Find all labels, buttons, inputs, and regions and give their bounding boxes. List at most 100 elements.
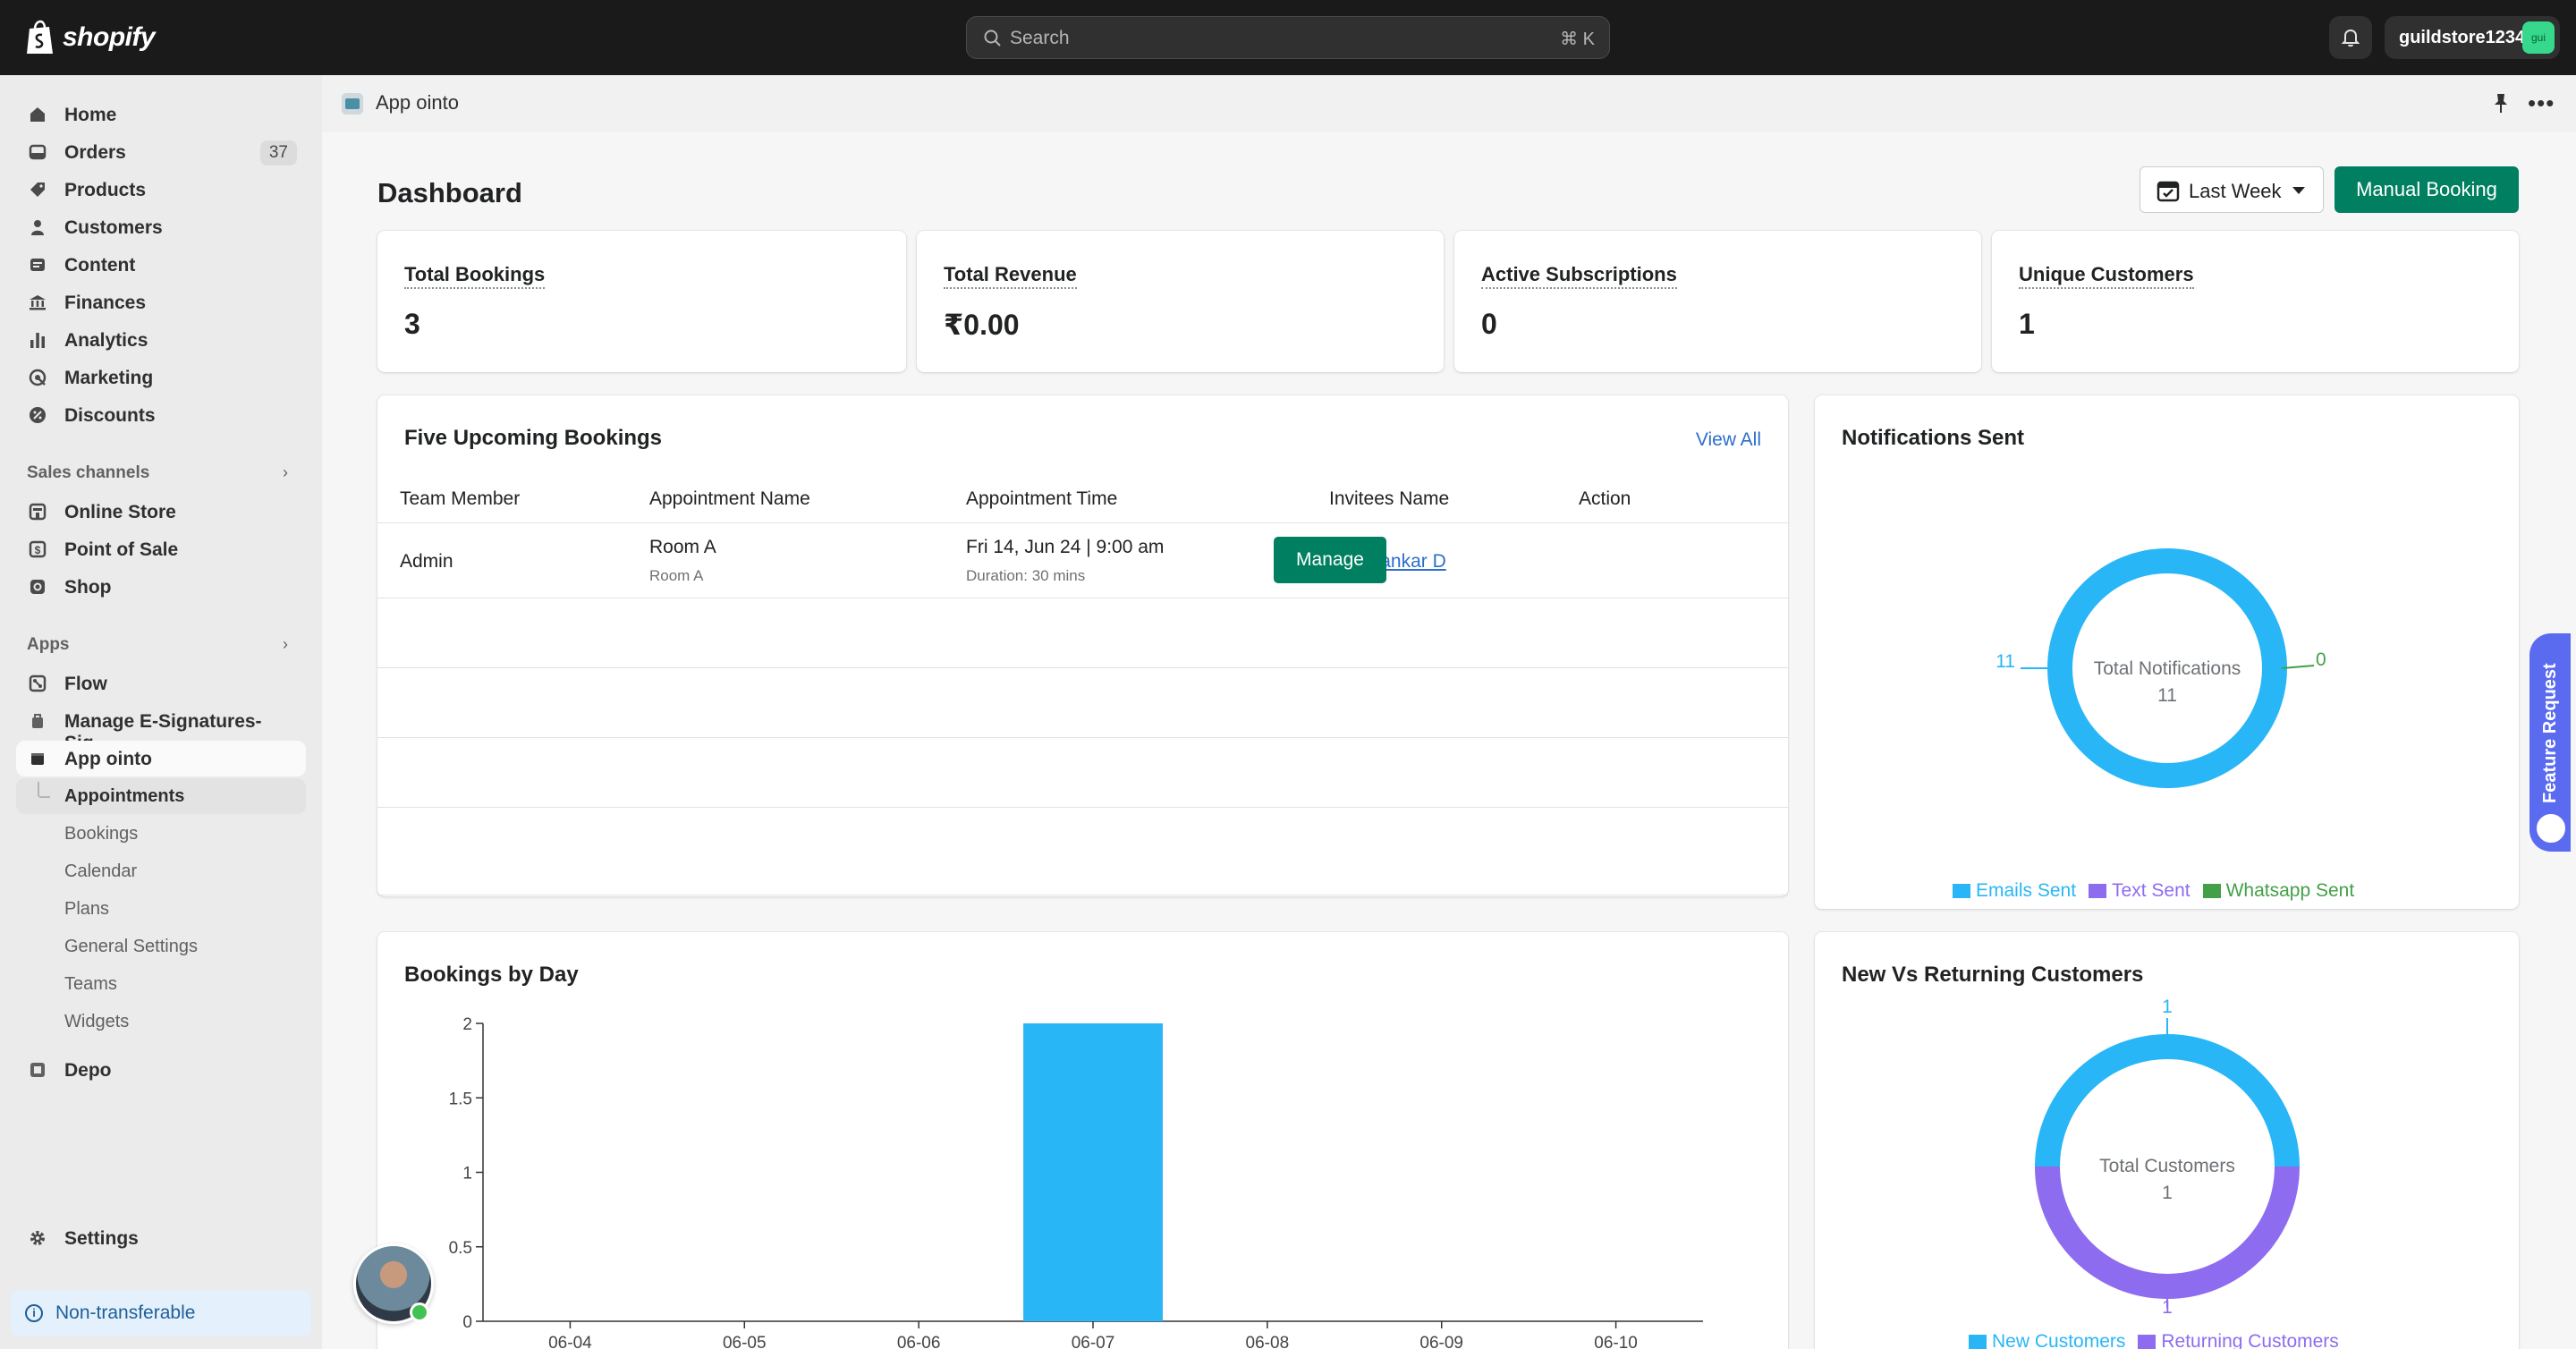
info-icon: i (25, 1304, 43, 1322)
sidebar-subitem-label: Widgets (64, 1012, 130, 1031)
stat-label[interactable]: Active Subscriptions (1481, 263, 1677, 289)
sidebar-item-label: Orders (64, 142, 126, 163)
legend-item-new[interactable]: New Customers (1969, 1331, 2125, 1349)
gear-icon (30, 1231, 45, 1245)
non-transferable-banner[interactable]: i Non-transferable (11, 1290, 311, 1336)
sidebar-item-products[interactable]: Products (16, 172, 306, 208)
sidebar-item-online-store[interactable]: Online Store (16, 494, 306, 530)
chevron-right-icon[interactable]: › (283, 635, 288, 654)
stat-card-unique-customers: Unique Customers 1 (1992, 231, 2519, 372)
cell-appointment-time: Fri 14, Jun 24 | 9:00 am (966, 537, 1165, 557)
manual-booking-button[interactable]: Manual Booking (2334, 166, 2519, 213)
stat-value: ₹0.00 (944, 309, 1020, 341)
stat-label[interactable]: Total Bookings (404, 263, 546, 289)
legend-item-whatsapp[interactable]: Whatsapp Sent (2202, 880, 2354, 902)
tag-icon (30, 182, 45, 197)
sidebar-subitem-label: Calendar (64, 861, 138, 881)
sidebar-item-label: Depo (64, 1060, 112, 1081)
sidebar-item-depo[interactable]: Depo (16, 1052, 306, 1088)
legend-swatch (1969, 1335, 1987, 1349)
table-divider (377, 807, 1788, 808)
sidebar-item-finances[interactable]: Finances (16, 284, 306, 320)
chevron-right-icon[interactable]: › (283, 463, 288, 482)
y-tick-label: 1.5 (449, 1090, 472, 1108)
y-tick-label: 0.5 (449, 1239, 472, 1258)
sidebar-subitem-label: General Settings (64, 937, 198, 956)
notifications-sent-card: Notifications Sent 11 0 Total Notificati… (1815, 395, 2519, 909)
sidebar-item-shop[interactable]: Shop (16, 569, 306, 605)
sidebar-subitem-label: Teams (64, 974, 117, 994)
bank-icon (30, 295, 46, 310)
legend-label: Emails Sent (1976, 880, 2077, 901)
sidebar-item-label: Customers (64, 217, 163, 238)
stat-card-active-subscriptions: Active Subscriptions 0 (1454, 231, 1981, 372)
pin-icon[interactable] (2490, 91, 2512, 116)
more-options-icon[interactable]: ••• (2528, 89, 2555, 117)
column-header-invitees-name: Invitees Name (1329, 488, 1450, 509)
calendar-icon (2157, 181, 2180, 202)
donut-slice-new-customers[interactable] (2035, 1034, 2300, 1167)
search-placeholder: Search (1010, 28, 1070, 48)
legend-swatch (2138, 1335, 2157, 1349)
sidebar-item-orders[interactable]: Orders 37 (16, 134, 306, 170)
manage-button[interactable]: Manage (1274, 537, 1386, 583)
sidebar-subitem-appointments[interactable]: Appointments (16, 778, 306, 814)
legend-item-returning[interactable]: Returning Customers (2138, 1331, 2339, 1349)
sidebar-subitem-general-settings[interactable]: General Settings (16, 929, 306, 964)
orders-count-badge: 37 (259, 140, 297, 165)
x-tick-label: 06-09 (1419, 1334, 1463, 1349)
table-divider (377, 667, 1788, 668)
donut-center-label: Total Notifications (2094, 658, 2241, 679)
sidebar-item-label: Online Store (64, 502, 176, 522)
smiley-icon (2535, 812, 2567, 844)
search-input[interactable]: Search ⌘ K (966, 16, 1610, 59)
sidebar-item-customers[interactable]: Customers (16, 209, 306, 245)
shop-app-icon (30, 580, 45, 594)
sidebar-item-settings[interactable]: Settings (16, 1220, 306, 1256)
legend-swatch (1953, 884, 1970, 898)
sidebar-subitem-widgets[interactable]: Widgets (16, 1004, 306, 1039)
x-tick-label: 06-08 (1246, 1334, 1290, 1349)
bar[interactable] (1023, 1023, 1163, 1321)
home-icon (30, 107, 45, 122)
discount-icon (30, 407, 46, 423)
sidebar-item-e-signatures[interactable]: Manage E-Signatures-Sig... (16, 703, 306, 753)
sidebar-item-point-of-sale[interactable]: $ Point of Sale (16, 531, 306, 567)
app-title: App ointo (376, 91, 459, 114)
notifications-button[interactable] (2329, 16, 2372, 59)
sidebar-subitem-bookings[interactable]: Bookings (16, 816, 306, 852)
cell-duration: Duration: 30 mins (966, 567, 1086, 584)
sidebar-subitem-calendar[interactable]: Calendar (16, 853, 306, 889)
sidebar-item-flow[interactable]: Flow (16, 666, 306, 701)
sidebar-item-app-ointo[interactable]: App ointo (16, 741, 306, 776)
donut-center-label: Total Customers (2099, 1156, 2235, 1176)
app-ointo-icon (342, 93, 363, 115)
stat-label[interactable]: Unique Customers (2019, 263, 2194, 289)
store-menu-button[interactable]: guildstore1234 gui (2385, 16, 2560, 59)
sidebar-item-content[interactable]: Content (16, 247, 306, 283)
shopify-logo[interactable]: shopify (25, 20, 156, 55)
view-all-link[interactable]: View All (1696, 429, 1761, 451)
sidebar-item-label: Finances (64, 293, 147, 313)
x-tick-label: 06-07 (1072, 1334, 1115, 1349)
sidebar-item-discounts[interactable]: Discounts (16, 397, 306, 433)
y-tick-label: 0 (462, 1313, 472, 1332)
online-status-dot (410, 1302, 429, 1322)
store-avatar: gui (2522, 21, 2555, 54)
feature-request-tab[interactable]: Feature Request (2529, 633, 2571, 852)
date-range-select[interactable]: Last Week (2140, 166, 2324, 213)
legend-label: Text Sent (2112, 880, 2190, 901)
person-icon (31, 220, 44, 235)
legend-item-text[interactable]: Text Sent (2089, 880, 2190, 902)
customers-donut-chart: 1 1 Total Customers 1 (2035, 997, 2300, 1318)
stat-label[interactable]: Total Revenue (944, 263, 1077, 289)
slice-label-right: 0 (2316, 649, 2326, 670)
sidebar-item-home[interactable]: Home (16, 97, 306, 132)
sidebar-item-marketing[interactable]: Marketing (16, 360, 306, 395)
slice-label-bottom: 1 (2162, 1297, 2173, 1318)
sidebar-subitem-teams[interactable]: Teams (16, 966, 306, 1002)
sidebar-item-analytics[interactable]: Analytics (16, 322, 306, 358)
content-icon (30, 259, 45, 271)
legend-item-emails[interactable]: Emails Sent (1953, 880, 2076, 902)
sidebar-subitem-plans[interactable]: Plans (16, 891, 306, 927)
